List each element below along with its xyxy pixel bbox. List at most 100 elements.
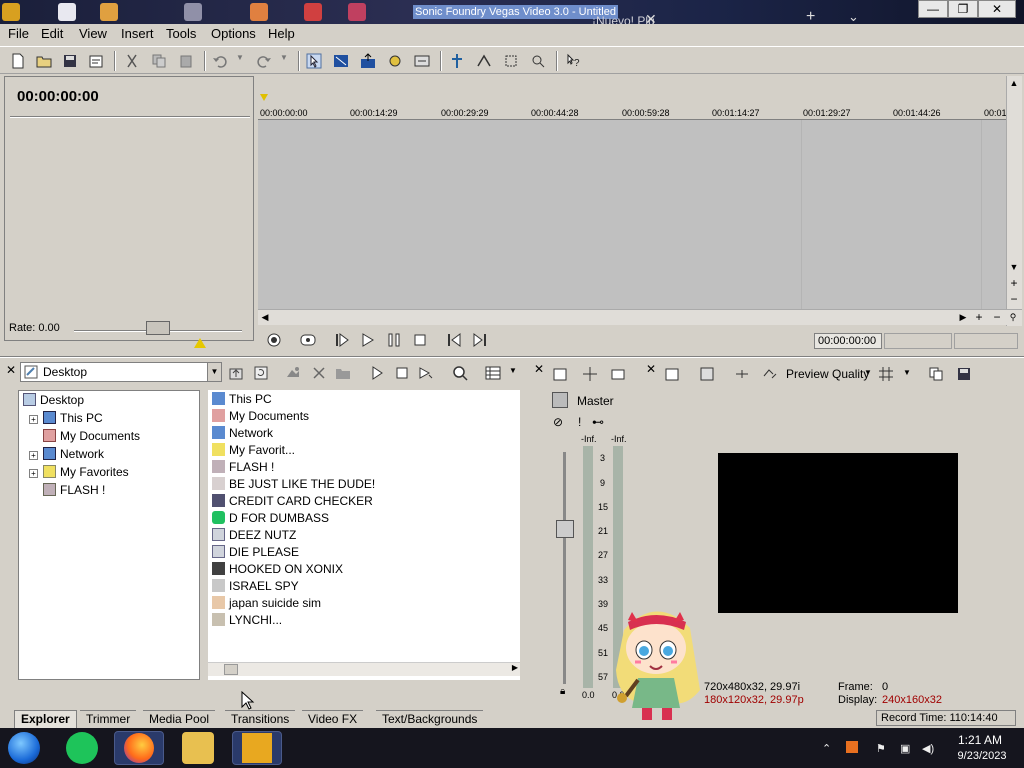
record-icon[interactable] (266, 332, 282, 348)
zoom-out-icon[interactable]: − (1007, 292, 1021, 306)
network-icon[interactable]: ▣ (900, 742, 910, 755)
undo-dropdown-icon[interactable]: ▼ (236, 53, 252, 69)
lock-icon[interactable]: 🔒︎ (560, 686, 565, 697)
new-folder-icon[interactable] (335, 365, 351, 381)
tree-item-flash[interactable]: FLASH ! (43, 483, 105, 497)
tree-item-my-documents[interactable]: My Documents (43, 429, 140, 443)
list-item[interactable]: My Documents (212, 409, 309, 423)
menu-tools[interactable]: Tools (166, 26, 196, 41)
cut-icon[interactable] (124, 53, 140, 69)
save-icon[interactable] (62, 53, 78, 69)
list-item[interactable]: My Favorit... (212, 443, 295, 457)
tab-explorer[interactable]: Explorer (14, 710, 77, 728)
redo-dropdown-icon[interactable]: ▼ (280, 53, 296, 69)
overlays-dropdown-icon[interactable]: ▼ (903, 368, 911, 377)
play-icon[interactable] (360, 332, 376, 348)
ripple-edit-icon[interactable] (414, 53, 430, 69)
scroll-right-icon[interactable]: ▶ (512, 663, 518, 672)
expand-icon[interactable]: + (29, 415, 38, 424)
save-snapshot-icon[interactable] (956, 366, 972, 382)
pause-icon[interactable] (386, 332, 402, 348)
preview-quality-button[interactable]: Preview Quality (786, 367, 869, 381)
add-to-media-pool-icon[interactable] (285, 365, 301, 381)
list-item[interactable]: BE JUST LIKE THE DUDE! (212, 477, 375, 491)
auto-preview-icon[interactable] (418, 365, 434, 381)
paste-icon[interactable] (178, 53, 194, 69)
master-fader-track[interactable] (563, 452, 566, 684)
scroll-thumb[interactable] (224, 664, 238, 675)
lock-envelopes-icon[interactable] (503, 53, 519, 69)
zoom-tool-icon[interactable] (387, 53, 403, 69)
taskbar-vegas[interactable] (232, 731, 282, 765)
expand-icon[interactable]: + (29, 451, 38, 460)
preview-play-icon[interactable] (369, 365, 385, 381)
chevron-up-icon[interactable]: ⌃ (822, 742, 831, 755)
list-item[interactable]: HOOKED ON XONIX (212, 562, 343, 576)
rate-slider-handle[interactable] (146, 321, 170, 335)
tab-video-fx[interactable]: Video FX (302, 710, 364, 728)
mute-icon[interactable]: ⊘ (553, 415, 563, 429)
new-tab-icon[interactable]: + (806, 8, 815, 24)
tree-item-network[interactable]: Network (43, 447, 104, 461)
master-fader-handle[interactable] (556, 520, 574, 538)
flag-icon[interactable]: ⚑ (876, 742, 886, 755)
refresh-icon[interactable] (253, 365, 269, 381)
close-icon[interactable]: ✕ (646, 362, 656, 376)
track-area[interactable] (258, 120, 1006, 310)
fx-icon[interactable] (610, 366, 626, 382)
list-item[interactable]: japan suicide sim (212, 596, 321, 610)
menu-file[interactable]: File (8, 26, 29, 41)
file-list-scrollbar[interactable]: ▶ (208, 662, 520, 676)
start-button[interactable] (8, 732, 40, 764)
video-fx-icon[interactable] (734, 366, 750, 382)
selection-length-field[interactable] (954, 333, 1018, 349)
snapping-icon[interactable] (449, 53, 465, 69)
timeline-ruler[interactable]: 00:00:00:00 00:00:14:29 00:00:29:29 00:0… (258, 76, 1007, 120)
zoom-in-icon[interactable]: + (1007, 276, 1021, 290)
new-icon[interactable] (10, 53, 26, 69)
go-to-start-icon[interactable] (446, 332, 462, 348)
views-dropdown-icon[interactable]: ▼ (509, 366, 517, 375)
up-folder-icon[interactable] (228, 365, 244, 381)
expand-icon[interactable]: + (29, 469, 38, 478)
master-button[interactable] (552, 392, 568, 408)
chevron-down-icon[interactable]: ▼ (207, 363, 221, 381)
properties-icon[interactable] (88, 53, 104, 69)
external-monitor-icon[interactable] (699, 366, 715, 382)
copy-snapshot-icon[interactable] (928, 366, 944, 382)
horizontal-scrollbar[interactable]: ◀ ▶ + − ⚲ (258, 309, 1022, 325)
tree-item-desktop[interactable]: Desktop (23, 393, 84, 407)
tab-text-backgrounds[interactable]: Text/Backgrounds (376, 710, 484, 728)
ignore-grouping-icon[interactable] (530, 53, 546, 69)
overlays-grid-icon[interactable] (878, 366, 894, 382)
properties-icon[interactable] (552, 366, 568, 382)
menu-help[interactable]: Help (268, 26, 295, 41)
properties-icon[interactable] (664, 366, 680, 382)
vertical-scrollbar[interactable]: ▲ ▼ + − (1006, 76, 1022, 326)
insert-bus-icon[interactable] (582, 366, 598, 382)
list-item[interactable]: Network (212, 426, 273, 440)
redo-icon[interactable] (256, 53, 272, 69)
list-item[interactable]: FLASH ! (212, 460, 274, 474)
delete-icon[interactable] (311, 365, 327, 381)
search-icon[interactable] (452, 365, 468, 381)
tab-trimmer[interactable]: Trimmer (80, 710, 137, 728)
list-item[interactable]: CREDIT CARD CHECKER (212, 494, 373, 508)
cursor-position-field[interactable]: 00:00:00:00 (814, 333, 882, 349)
volume-icon[interactable]: ◀) (922, 742, 934, 755)
taskbar-firefox[interactable] (114, 731, 164, 765)
tree-item-this-pc[interactable]: This PC (43, 411, 103, 425)
maximize-button[interactable]: ❐ (948, 0, 978, 18)
views-icon[interactable] (485, 365, 501, 381)
normal-edit-tool-icon[interactable] (306, 53, 322, 69)
menu-edit[interactable]: Edit (41, 26, 63, 41)
go-to-end-icon[interactable] (472, 332, 488, 348)
tab-media-pool[interactable]: Media Pool (143, 710, 216, 728)
menu-options[interactable]: Options (211, 26, 256, 41)
envelope-tool-icon[interactable] (333, 53, 349, 69)
tray-app-icon[interactable] (846, 741, 858, 753)
list-item[interactable]: DEEZ NUTZ (212, 528, 296, 542)
zoom-tool-icon[interactable]: ⚲ (1006, 310, 1020, 324)
file-explorer-icon[interactable] (182, 732, 214, 764)
tab-transitions[interactable]: Transitions (225, 710, 296, 728)
